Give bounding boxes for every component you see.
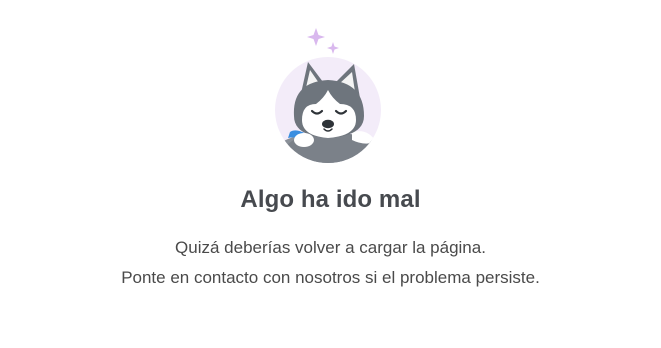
error-title: Algo ha ido mal (240, 186, 421, 213)
sleeping-husky-icon (268, 24, 390, 164)
error-message-line2: Ponte en contacto con nosotros si el pro… (121, 268, 540, 287)
error-screen: Algo ha ido mal Quizá deberías volver a … (0, 0, 661, 348)
error-message-line1: Quizá deberías volver a cargar la página… (175, 238, 486, 257)
